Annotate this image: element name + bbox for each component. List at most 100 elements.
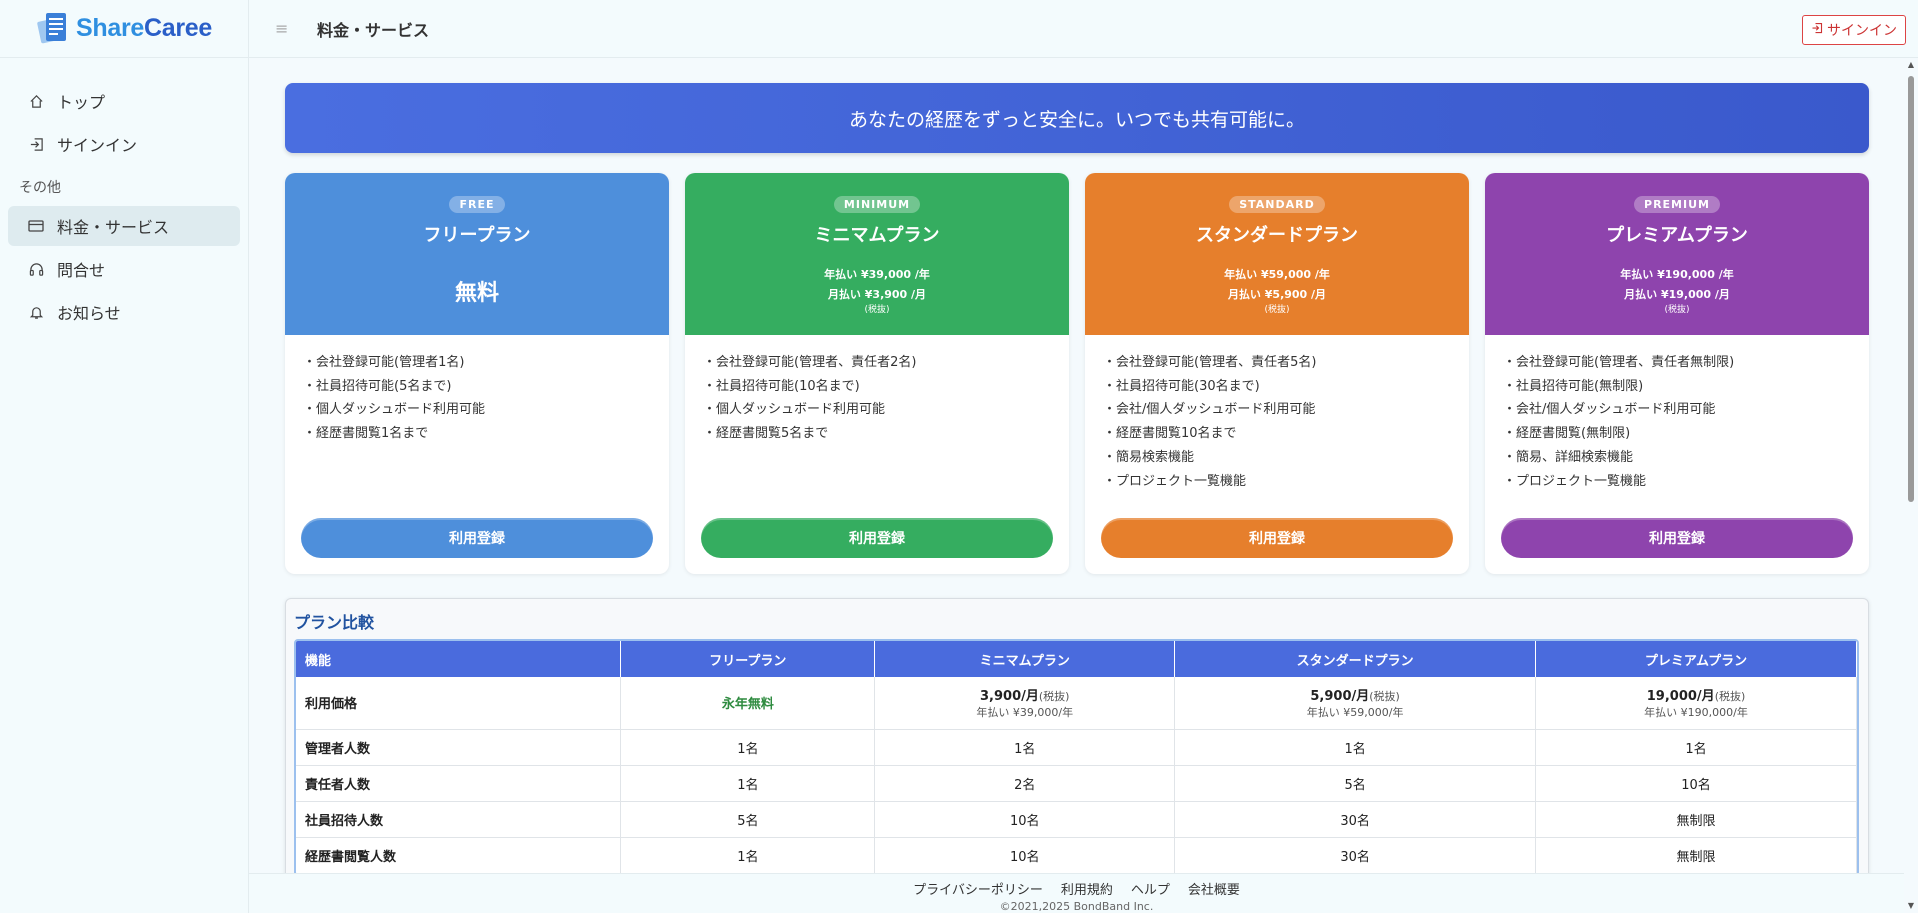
plan-card-minimum: MINIMUM ミニマムプラン 年払い ¥39,000 /年 月払い ¥3,90… (685, 173, 1069, 574)
table-cell: 30名 (1174, 801, 1537, 838)
yearly-price: 年払い ¥190,000/年 (1644, 706, 1748, 720)
plan-feature: ・会社登録可能(管理者、責任者2名) (703, 355, 917, 370)
plan-feature: ・経歴書閲覧5名まで (703, 426, 829, 442)
sidebar-item-label: 料金・サービス (57, 218, 170, 237)
comparison-table: 機能 フリープラン ミニマムプラン スタンダードプラン プレミアムプラン 利用価… (296, 641, 1857, 873)
plan-name: プレミアムプラン (1606, 225, 1748, 246)
table-cell: 1名 (620, 765, 876, 802)
tax-note: (税抜) (1038, 690, 1070, 704)
plan-price-monthly: 月払い ¥3,900 /月 (827, 288, 927, 301)
sidebar-item-signin[interactable]: サインイン (8, 124, 240, 164)
table-header-cell: ミニマムプラン (874, 641, 1176, 677)
document-logo-icon (36, 10, 70, 48)
plan-feature: ・社員招待可能(10名まで) (703, 378, 860, 394)
sidebar-item-contact[interactable]: 問合せ (8, 249, 240, 289)
table-cell: 10名 (1535, 765, 1857, 802)
plan-price-yearly: 年払い ¥39,000 /年 (824, 268, 930, 281)
table-header-cell: プレミアムプラン (1535, 641, 1857, 677)
sidebar-item-label: 問合せ (57, 261, 106, 280)
plan-price-tax-note: (税抜) (864, 305, 890, 315)
plan-comparison: プラン比較 機能 フリープラン ミニマムプラン スタンダードプラン プレミアムプ… (285, 598, 1869, 873)
table-cell: 5名 (620, 801, 876, 838)
plan-feature: ・簡易検索機能 (1103, 449, 1195, 465)
plan-feature: ・社員招待可能(30名まで) (1103, 378, 1260, 394)
table-row: 社員招待人数 5名 10名 30名 無制限 (296, 801, 1857, 838)
signin-button-label: サインイン (1827, 23, 1897, 39)
table-row: 管理者人数 1名 1名 1名 1名 (296, 729, 1857, 766)
footer-link-help[interactable]: ヘルプ (1131, 879, 1170, 898)
register-button-free[interactable]: 利用登録 (301, 518, 653, 558)
register-button-standard[interactable]: 利用登録 (1101, 518, 1453, 558)
table-cell: 利用価格 (296, 677, 622, 730)
hero-banner: あなたの経歴をずっと安全に。いつでも共有可能に。 (285, 83, 1869, 153)
plan-price-monthly: 月払い ¥19,000 /月 (1624, 288, 1730, 301)
scrollbar-thumb[interactable] (1908, 76, 1914, 502)
main-content: あなたの経歴をずっと安全に。いつでも共有可能に。 FREE フリープラン 無料 … (249, 58, 1918, 873)
plan-feature: ・会社/個人ダッシュボード利用可能 (1103, 402, 1316, 418)
sidebar-item-top[interactable]: トップ (8, 81, 240, 121)
table-cell: 1名 (620, 729, 876, 766)
sidebar-item-pricing[interactable]: 料金・サービス (8, 206, 240, 246)
plan-price-monthly: 月払い ¥5,900 /月 (1227, 288, 1327, 301)
brand-logo[interactable]: ShareCaree (0, 0, 248, 58)
page-scrollbar[interactable]: ▲ ▼ (1904, 58, 1918, 913)
plan-card-standard: STANDARD スタンダードプラン 年払い ¥59,000 /年 月払い ¥5… (1085, 173, 1469, 574)
page-title: 料金・サービス (317, 20, 430, 40)
plan-feature: ・会社登録可能(管理者、責任者5名) (1103, 355, 1317, 370)
footer-link-company[interactable]: 会社概要 (1188, 879, 1240, 898)
plan-badge: MINIMUM (833, 196, 921, 213)
footer-link-privacy[interactable]: プライバシーポリシー (913, 879, 1043, 898)
plan-badge: STANDARD (1229, 196, 1325, 213)
footer-links: プライバシーポリシー 利用規約 ヘルプ 会社概要 (249, 879, 1904, 898)
plan-card-free: FREE フリープラン 無料 ・会社登録可能(管理者1名) ・社員招待可能(5名… (285, 173, 669, 574)
comparison-table-wrapper: 機能 フリープラン ミニマムプラン スタンダードプラン プレミアムプラン 利用価… (294, 639, 1859, 873)
plan-feature: ・プロジェクト一覧機能 (1103, 473, 1247, 489)
plan-badge: PREMIUM (1634, 196, 1720, 213)
table-header-cell: 機能 (296, 641, 622, 677)
table-cell: 無制限 (1535, 837, 1857, 873)
table-row: 経歴書閲覧人数 1名 10名 30名 無制限 (296, 837, 1857, 873)
plan-badge: FREE (449, 196, 505, 213)
table-cell: 10名 (874, 837, 1176, 873)
table-cell: 10名 (874, 801, 1176, 838)
plan-cards: FREE フリープラン 無料 ・会社登録可能(管理者1名) ・社員招待可能(5名… (285, 173, 1869, 574)
plan-features: ・会社登録可能(管理者、責任者2名) ・社員招待可能(10名まで) ・個人ダッシ… (685, 335, 1069, 446)
free-price-label: 永年無料 (721, 697, 774, 713)
table-cell: 19,000/月(税抜) 年払い ¥190,000/年 (1535, 677, 1857, 730)
footer-link-terms[interactable]: 利用規約 (1061, 879, 1113, 898)
table-header-cell: フリープラン (620, 641, 876, 677)
table-cell: 管理者人数 (296, 729, 622, 766)
table-cell: 永年無料 (620, 677, 876, 730)
register-button-premium[interactable]: 利用登録 (1501, 518, 1853, 558)
plan-feature: ・社員招待可能(5名まで) (303, 378, 452, 394)
plan-feature: ・経歴書閲覧(無制限) (1503, 426, 1631, 442)
plan-price-tax-note: (税抜) (1264, 305, 1290, 315)
hamburger-menu-icon[interactable]: ≡ (275, 19, 295, 38)
plan-feature: ・プロジェクト一覧機能 (1503, 473, 1647, 489)
plan-features: ・会社登録可能(管理者1名) ・社員招待可能(5名まで) ・個人ダッシュボード利… (285, 335, 669, 446)
plan-price-tax-note: (税抜) (1664, 305, 1690, 315)
plan-card-header: FREE フリープラン 無料 (285, 173, 669, 335)
yearly-price: 年払い ¥59,000/年 (1306, 706, 1404, 720)
table-cell: 5名 (1174, 765, 1537, 802)
tax-note: (税抜) (1369, 690, 1400, 704)
plan-feature: ・経歴書閲覧1名まで (303, 426, 429, 442)
table-header-cell: スタンダードプラン (1174, 641, 1537, 677)
plan-price-yearly: 年払い ¥59,000 /年 (1224, 268, 1330, 281)
register-button-minimum[interactable]: 利用登録 (701, 518, 1053, 558)
plan-name: スタンダードプラン (1196, 225, 1358, 246)
signin-button[interactable]: サインイン (1802, 15, 1906, 45)
table-cell: 5,900/月(税抜) 年払い ¥59,000/年 (1174, 677, 1537, 730)
scroll-up-arrow-icon[interactable]: ▲ (1906, 60, 1916, 70)
plan-card-premium: PREMIUM プレミアムプラン 年払い ¥190,000 /年 月払い ¥19… (1485, 173, 1869, 574)
sidebar-item-news[interactable]: お知らせ (8, 292, 240, 332)
sidebar-item-label: トップ (57, 93, 106, 112)
headset-icon (27, 260, 45, 278)
yearly-price: 年払い ¥39,000/年 (976, 706, 1074, 720)
plan-price: 年払い ¥39,000 /年 月払い ¥3,900 /月 (税抜) (685, 265, 1069, 315)
tax-note: (税抜) (1714, 690, 1746, 704)
scroll-down-arrow-icon[interactable]: ▼ (1906, 901, 1916, 911)
plan-price-yearly: 年払い ¥190,000 /年 (1620, 268, 1734, 281)
monthly-price: 3,900/月 (980, 689, 1039, 705)
plan-feature: ・個人ダッシュボード利用可能 (703, 402, 886, 418)
